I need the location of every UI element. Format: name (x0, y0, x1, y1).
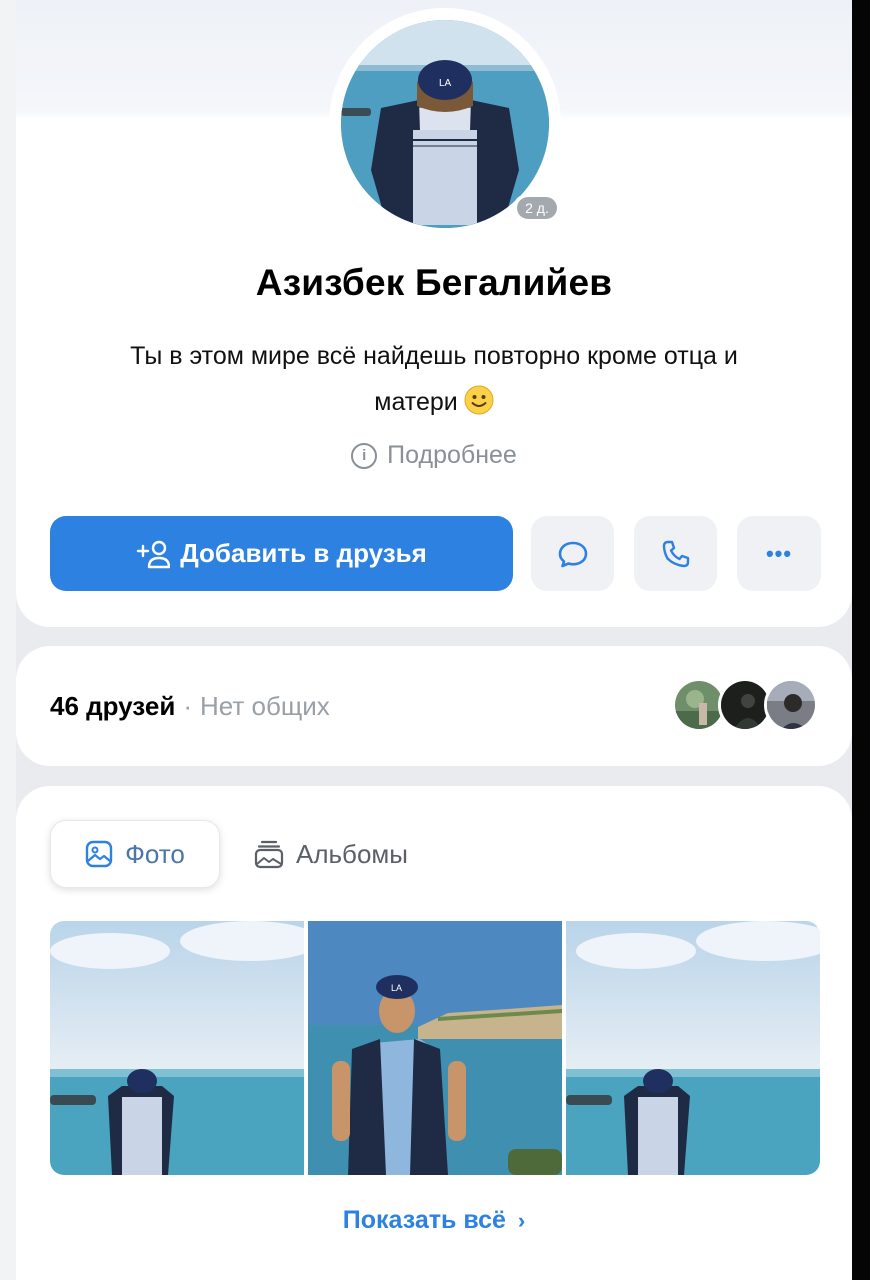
friends-card[interactable]: 46 друзей · Нет общих (16, 646, 852, 766)
screen-right-edge (852, 0, 870, 1280)
separator-dot: · (183, 690, 192, 721)
more-dots-icon: ••• (765, 540, 793, 566)
tab-albums-label: Альбомы (296, 838, 408, 869)
profile-card: LA 2 д. Азизбек Бегалийев Ты в этом мире… (16, 0, 852, 627)
more-actions-button[interactable]: ••• (737, 516, 821, 591)
call-button[interactable] (634, 516, 717, 591)
tab-photos[interactable]: Фото (50, 820, 220, 888)
friends-summary: 46 друзей · Нет общих (50, 646, 330, 766)
svg-text:LA: LA (391, 983, 402, 993)
chevron-right-icon: › (517, 1208, 526, 1233)
message-icon (558, 541, 587, 567)
add-person-icon (137, 540, 171, 568)
show-all-label: Показать всё (342, 1206, 506, 1234)
svg-text:LA: LA (439, 78, 452, 89)
friends-count: 46 друзей (50, 690, 176, 721)
add-friend-label: Добавить в друзья (180, 538, 427, 568)
last-seen-text: 2 д. (517, 197, 557, 219)
photo-thumbnail[interactable] (566, 921, 820, 1175)
info-icon: i (351, 443, 378, 469)
mutual-friends: Нет общих (200, 690, 330, 721)
album-icon (254, 840, 284, 869)
last-seen-badge: 2 д. (513, 194, 561, 222)
profile-name: Азизбек Бегалийев (255, 262, 613, 303)
smile-emoji-icon (464, 385, 494, 415)
message-button[interactable] (531, 516, 614, 591)
add-friend-button[interactable]: Добавить в друзья (50, 516, 513, 591)
tab-albums[interactable]: Альбомы (254, 820, 408, 888)
photo-thumbnail[interactable] (50, 921, 304, 1175)
photos-card: Фото Альбомы LA Показать всё › (16, 786, 852, 1280)
show-all-photos-link[interactable]: Показать всё › (16, 1206, 852, 1235)
photo-icon (85, 840, 113, 868)
status-text: Ты в этом мире всё найдешь повторно кром… (130, 342, 738, 416)
friend-avatars[interactable] (672, 678, 822, 732)
friend-avatar (764, 678, 818, 732)
phone-icon (662, 540, 689, 567)
more-info-link[interactable]: i Подробнее (16, 441, 852, 470)
more-info-label: Подробнее (387, 441, 517, 469)
tab-photos-label: Фото (125, 838, 185, 869)
photo-thumbnail[interactable]: LA (308, 921, 562, 1175)
profile-status: Ты в этом мире всё найдешь повторно кром… (86, 333, 782, 425)
screen-left-edge (0, 0, 16, 1280)
